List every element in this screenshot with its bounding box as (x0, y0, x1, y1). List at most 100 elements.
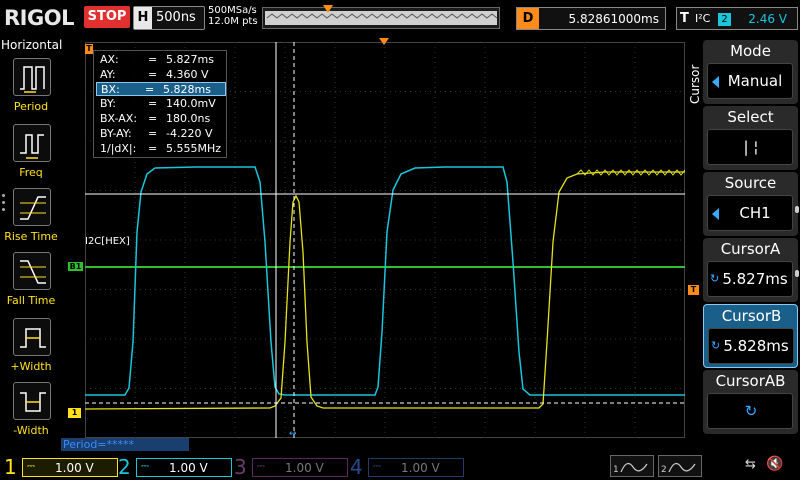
readout-row-ax: AX: = 5.827ms (100, 53, 214, 66)
menu-item-title: CursorB (721, 307, 782, 325)
menu-cursor-b[interactable]: CursorB ↻ 5.828ms (703, 304, 798, 368)
channel-number: 1 (4, 455, 17, 479)
trigger-level: 2.46 V (748, 12, 787, 26)
acquisition-info: 500MSa/s 12.0M pts (208, 5, 258, 27)
trigger-marker-left: T (85, 44, 93, 54)
function-generator-2-button[interactable]: 2 (658, 455, 702, 477)
dc-coupling-icon: ⎓ (257, 461, 265, 472)
timebase-value: 500ns (156, 10, 196, 25)
bus-label: I2C[HEX] (85, 236, 130, 247)
measure-label: Fall Time (6, 294, 56, 307)
measure-negative-width-button[interactable]: -Width (7, 382, 59, 446)
menu-mode[interactable]: Mode Manual (703, 40, 798, 104)
menu-item-title: Source (724, 174, 777, 192)
trigger-level-marker: T (688, 285, 699, 295)
readout-row-by-ay: BY-AY: = -4.220 V (100, 127, 213, 140)
ch1-offset-marker: 1 (68, 408, 81, 418)
delay-value: 5.82861000ms (568, 12, 659, 26)
fall-time-icon (13, 252, 51, 290)
trigger-key: T (680, 11, 689, 26)
readout-row-ay: AY: = 4.360 V (100, 68, 209, 81)
measure-label: Rise Time (4, 230, 58, 243)
menu-item-value-box: ↻ 5.828ms (708, 328, 794, 364)
speaker-muted-icon[interactable]: 🔇 (766, 456, 783, 472)
dc-coupling-icon: ⎓ (373, 461, 381, 472)
channel-number: 4 (350, 455, 363, 479)
function-generator-1-button[interactable]: 1 (610, 455, 654, 477)
menu-cursor-ab[interactable]: CursorAB ↻ (703, 370, 798, 434)
usb-icon: ⇆ (745, 457, 756, 472)
svg-text:2: 2 (661, 465, 667, 475)
menu-item-title: CursorA (720, 240, 781, 258)
menu-source[interactable]: Source CH1 (703, 172, 798, 236)
memory-overview[interactable] (262, 5, 500, 29)
menu-item-value: Manual (727, 72, 783, 90)
menu-edge-indicator (795, 270, 799, 277)
menu-item-title: Select (727, 108, 774, 126)
trigger-source: 2 (718, 13, 731, 26)
top-status-bar: RIGOL STOP H 500ns 500MSa/s 12.0M pts D … (0, 0, 800, 36)
menu-title: Cursor (688, 64, 702, 104)
knob-icon: ↻ (744, 402, 758, 420)
measure-label: -Width (13, 424, 49, 437)
period-icon (13, 58, 51, 96)
measure-positive-width-button[interactable]: +Width (7, 318, 59, 382)
readout-row-inv-dx: 1/|dX|: = 5.555MHz (100, 142, 222, 155)
measurement-panel-title: Horizontal (1, 38, 63, 52)
menu-item-title: Mode (730, 42, 771, 60)
delay-display[interactable]: D 5.82861000ms (516, 7, 666, 30)
readout-row-bx: BX: = 5.828ms (96, 82, 226, 96)
cursor-menu: Mode Manual Select | ¦ Source CH1 Cursor… (703, 40, 798, 438)
menu-item-value-box: ↻ 5.827ms (707, 261, 793, 297)
sine-wave-icon: 1 (613, 462, 648, 475)
trigger-position-marker (323, 5, 333, 13)
sine-wave-icon: 2 (661, 462, 696, 475)
menu-cursor-a[interactable]: CursorA ↻ 5.827ms (703, 238, 798, 302)
memory-depth: 12.0M pts (208, 16, 258, 27)
svg-text:1: 1 (613, 465, 619, 475)
measurement-panel: Horizontal Period Freq Rise Time Fall Ti… (0, 36, 63, 452)
trigger-display[interactable]: T I²C 2 2.46 V (676, 7, 798, 30)
menu-item-value: CH1 (739, 204, 771, 222)
run-stop-indicator[interactable]: STOP (84, 6, 130, 28)
readout-row-bx-ax: BX-AX: = 180.0ns (100, 112, 211, 125)
positive-width-icon (13, 318, 51, 356)
trigger-time-marker (379, 38, 389, 45)
measure-period-button[interactable]: Period (7, 58, 59, 122)
menu-item-title: CursorAB (715, 372, 786, 390)
menu-item-value-box: ↻ (707, 393, 793, 429)
measure-label: Freq (19, 166, 43, 179)
channel-scale: 1.00 V (285, 461, 324, 475)
menu-item-value-box: | ¦ (707, 129, 793, 165)
sample-rate: 500MSa/s (208, 5, 257, 16)
readout-row-by: BY: = 140.0mV (100, 97, 216, 110)
channel-scale: 1.00 V (169, 461, 208, 475)
menu-item-value-box: Manual (707, 63, 793, 99)
trigger-type: I²C (695, 12, 711, 25)
menu-item-value: | ¦ (743, 138, 759, 156)
negative-width-icon (13, 382, 51, 420)
menu-item-value: 5.827ms (722, 270, 788, 288)
rise-time-icon (13, 188, 51, 226)
measure-label: Period (13, 100, 49, 113)
frequency-icon (13, 124, 51, 162)
channel-scale: 1.00 V (55, 461, 94, 475)
svg-text:↔: ↔ (289, 429, 297, 438)
cursor-readout-panel: AX: = 5.827ms AY: = 4.360 V BX: = 5.828ms BY: =… (93, 50, 227, 158)
timebase-display[interactable]: H 500ns (133, 6, 205, 30)
bus-marker: B1 (68, 262, 83, 271)
menu-edge-indicator (795, 206, 799, 213)
menu-item-value: 5.828ms (723, 337, 789, 355)
measure-label: +Width (10, 360, 52, 373)
measure-frequency-button[interactable]: Freq (7, 124, 59, 188)
menu-select[interactable]: Select | ¦ (703, 106, 798, 170)
measure-rise-time-button[interactable]: Rise Time (4, 188, 59, 252)
period-measurement: Period=***** (61, 438, 189, 451)
timebase-key: H (134, 7, 152, 29)
menu-item-value-box: CH1 (707, 195, 793, 231)
dc-coupling-icon: ⎓ (141, 461, 149, 472)
brand-logo: RIGOL (4, 6, 74, 30)
delay-key: D (517, 8, 539, 29)
measure-fall-time-button[interactable]: Fall Time (7, 252, 59, 316)
memory-overview-waveform (266, 13, 498, 19)
